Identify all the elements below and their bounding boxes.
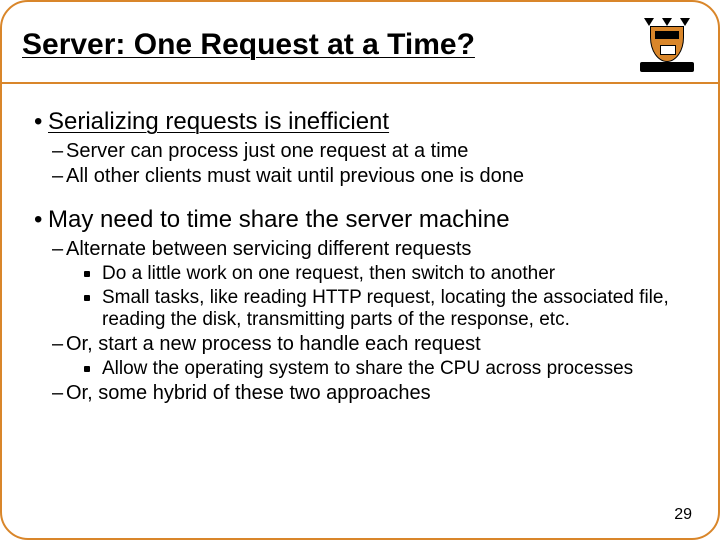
bullet-text: Or, some hybrid of these two approaches [66,382,431,404]
bullet-level3: Allow the operating system to share the … [84,358,692,380]
bullet-text: Alternate between servicing different re… [66,238,471,260]
bullet-level2: –All other clients must wait until previ… [52,165,692,188]
bullet-text: Do a little work on one request, then sw… [102,263,555,284]
bullet-text: All other clients must wait until previo… [66,165,524,187]
bullet-level1: •May need to time share the server machi… [34,206,692,234]
slide-body: •Serializing requests is inefficient –Se… [2,84,718,405]
slide-frame: Server: One Request at a Time? •Serializ… [0,0,720,540]
bullet-text: Server can process just one request at a… [66,140,468,162]
bullet-text: Serializing requests is inefficient [48,108,389,135]
bullet-text: Or, start a new process to handle each r… [66,333,481,355]
bullet-text: Small tasks, like reading HTTP request, … [102,287,669,330]
bullet-level1: •Serializing requests is inefficient [34,108,692,136]
bullet-level2: –Or, start a new process to handle each … [52,333,692,356]
bullet-level2: –Alternate between servicing different r… [52,238,692,261]
bullet-level2: –Server can process just one request at … [52,140,692,163]
bullet-level2: –Or, some hybrid of these two approaches [52,382,692,405]
title-bar: Server: One Request at a Time? [2,2,718,84]
bullet-text: May need to time share the server machin… [48,206,510,233]
princeton-crest-icon [636,16,698,74]
page-number: 29 [674,506,692,524]
bullet-level3: Do a little work on one request, then sw… [84,263,692,285]
bullet-text: Allow the operating system to share the … [102,358,633,379]
bullet-level3: Small tasks, like reading HTTP request, … [84,287,692,331]
slide-title: Server: One Request at a Time? [22,28,636,62]
